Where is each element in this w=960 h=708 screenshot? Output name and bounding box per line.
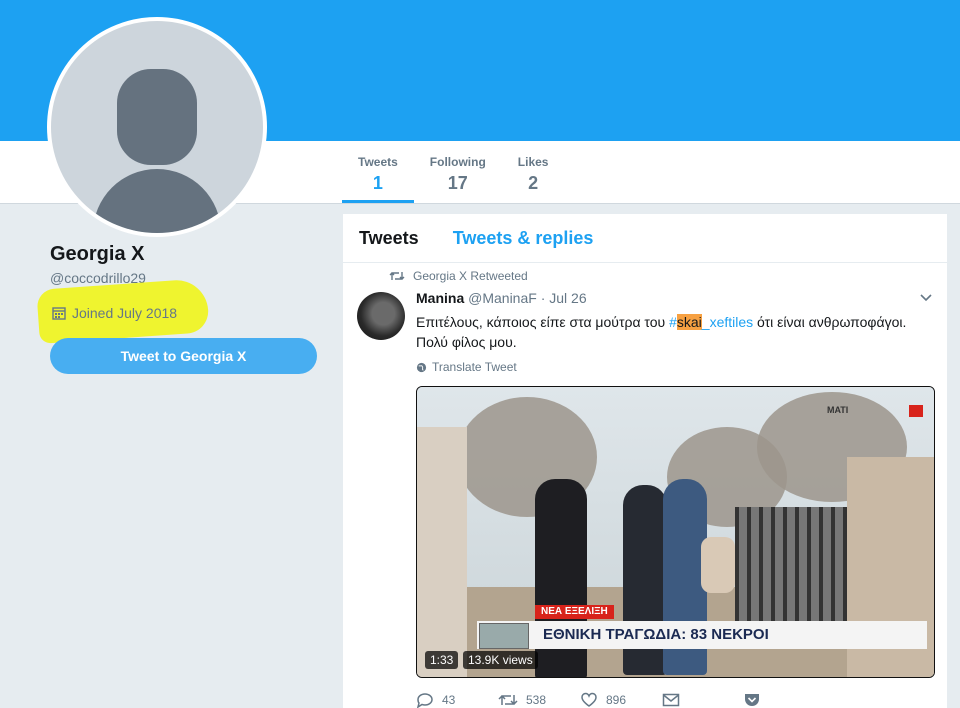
retweet-context: Georgia X Retweeted	[389, 269, 528, 283]
stat-likes[interactable]: Likes 2	[502, 141, 565, 203]
pocket-icon	[745, 694, 759, 706]
tweet-author-handle[interactable]: @ManinaF	[468, 290, 537, 306]
tweet-video[interactable]: ΜΑΤΙ ΝΕΑ ΕΞΕΛΙΞΗ ΕΘΝΙΚΗ ΤΡΑΓΩΔΙΑ: 83 ΝΕΚ…	[416, 386, 935, 678]
direct-message-button[interactable]	[662, 692, 744, 708]
envelope-icon	[662, 693, 680, 707]
tweet-text-line2: Πολύ φίλος μου.	[416, 334, 517, 350]
stat-likes-count: 2	[528, 173, 539, 193]
stat-tweets-count: 1	[372, 173, 383, 193]
video-overlay-headline: ΕΘΝΙΚΗ ΤΡΑΓΩΔΙΑ: 83 ΝΕΚΡΟΙ	[477, 621, 927, 649]
heart-icon	[581, 692, 597, 707]
stat-likes-label: Likes	[517, 155, 549, 169]
default-avatar-head	[117, 69, 197, 165]
translate-tweet[interactable]: Translate Tweet	[416, 360, 517, 374]
video-location-tag: ΜΑΤΙ	[827, 405, 849, 415]
tweet-header: Manina @ManinaF · Jul 26	[416, 290, 587, 306]
default-avatar-shoulders	[93, 169, 221, 233]
joined-date: Joined July 2018	[52, 305, 177, 321]
retweet-context-text[interactable]: Georgia X Retweeted	[413, 269, 528, 283]
video-frame-gate	[735, 507, 847, 627]
timeline-tabs: Tweets Tweets & replies	[343, 214, 947, 263]
tweet-author-avatar[interactable]	[357, 292, 405, 340]
timeline-panel: Tweets Tweets & replies Georgia X Retwee…	[343, 214, 947, 708]
stat-following-label: Following	[429, 155, 486, 169]
pocket-save-button[interactable]	[744, 692, 826, 708]
video-channel-logo	[479, 623, 529, 649]
tweet-text-start: Επιτέλους, κάποιος είπε στα μούτρα του	[416, 314, 670, 330]
like-count: 896	[606, 693, 627, 707]
retweet-icon	[498, 695, 518, 705]
hashtag-prefix: #	[669, 314, 677, 330]
joined-date-text: Joined July 2018	[72, 305, 178, 321]
tweet-date[interactable]: · Jul 26	[541, 290, 587, 306]
retweet-count: 538	[526, 693, 547, 707]
hashtag-link[interactable]: #skai_xeftiles	[669, 314, 753, 330]
like-button[interactable]: 896	[580, 692, 662, 708]
hashtag-highlight: skai	[676, 314, 702, 330]
hashtag-rest: _xeftiles	[701, 314, 754, 330]
video-channel-tag	[909, 405, 923, 417]
stat-following[interactable]: Following 17	[414, 141, 502, 203]
tweet-text: Επιτέλους, κάποιος είπε στα μούτρα του #…	[416, 312, 936, 352]
retweet-button[interactable]: 538	[498, 692, 580, 708]
tab-tweets[interactable]: Tweets	[359, 228, 419, 249]
reply-icon	[416, 693, 433, 708]
profile-stats: Tweets 1 Following 17 Likes 2	[342, 141, 564, 203]
stat-tweets[interactable]: Tweets 1	[342, 141, 414, 203]
retweet-icon	[389, 272, 405, 280]
tab-tweets-replies[interactable]: Tweets & replies	[453, 228, 594, 249]
tweet-actions: 43 538 896	[416, 692, 936, 708]
translate-tweet-label: Translate Tweet	[432, 360, 517, 374]
profile-name[interactable]: Georgia X	[50, 243, 144, 266]
reply-count: 43	[442, 693, 456, 707]
stat-following-count: 17	[447, 173, 468, 193]
calendar-icon	[52, 307, 66, 320]
video-views: 13.9K views	[463, 651, 538, 669]
video-frame-backpack	[701, 537, 735, 593]
video-overlay-breaking: ΝΕΑ ΕΞΕΛΙΞΗ	[535, 605, 614, 619]
chevron-down-icon[interactable]	[919, 292, 933, 306]
video-frame-wall	[417, 427, 467, 677]
stat-tweets-label: Tweets	[358, 155, 398, 169]
tweet-author-name[interactable]: Manina	[416, 290, 464, 306]
tweet-to-button[interactable]: Tweet to Georgia X	[50, 338, 317, 374]
reply-button[interactable]: 43	[416, 692, 498, 708]
globe-icon	[416, 362, 427, 372]
profile-avatar[interactable]	[47, 17, 267, 237]
tweet-text-end: ότι είναι ανθρωποφάγοι.	[753, 314, 907, 330]
video-duration: 1:33	[425, 651, 459, 669]
